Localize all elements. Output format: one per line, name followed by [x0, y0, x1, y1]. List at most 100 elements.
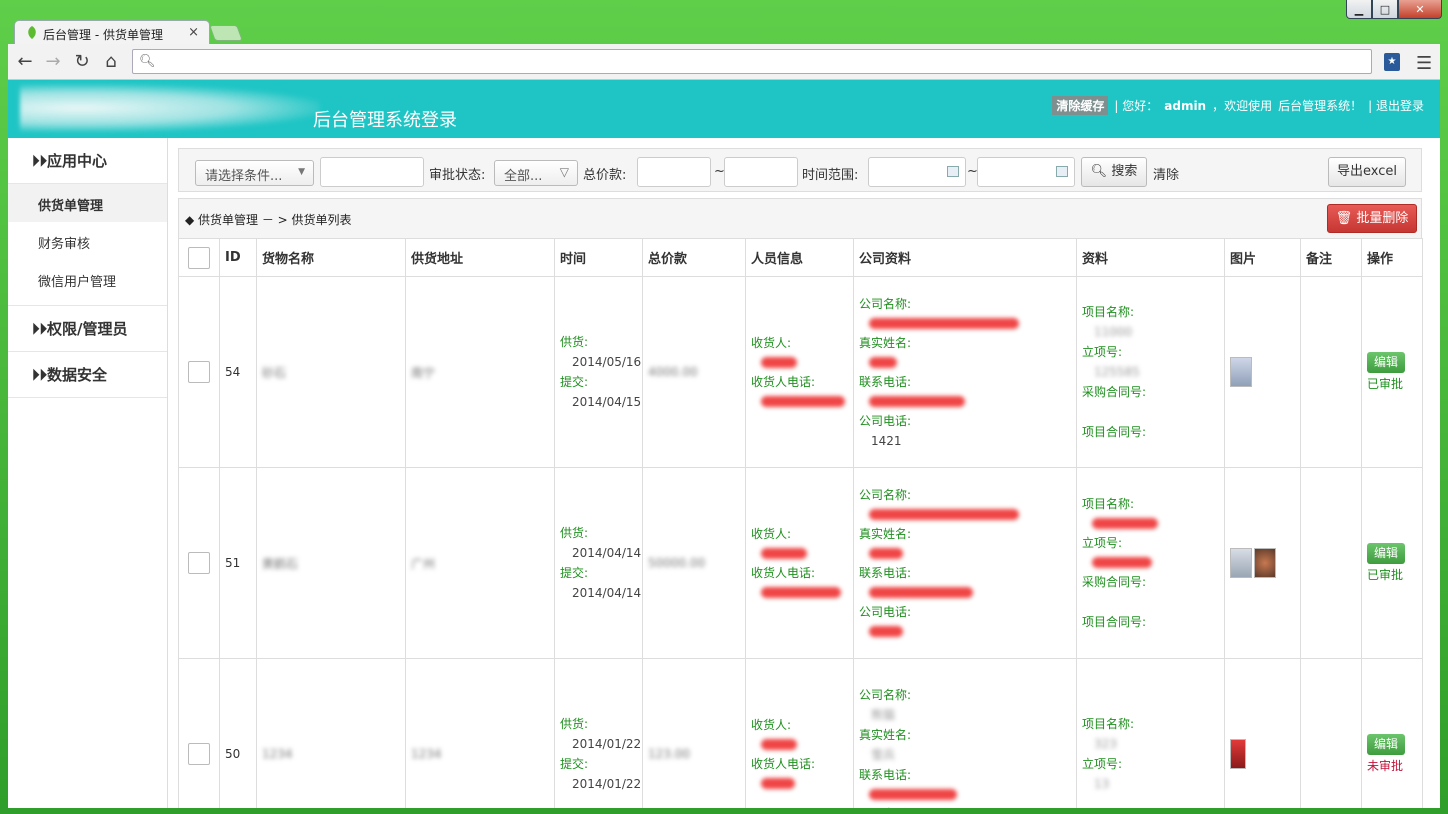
row-checkbox[interactable]	[188, 361, 210, 383]
list-header: ◆ 供货单管理 － > 供货单列表 🗑︎ 批量删除	[178, 198, 1422, 238]
goods-name: 1234	[262, 747, 293, 761]
sidebar-group-data-security[interactable]: ⏵⏵数据安全	[8, 352, 167, 398]
real-name-label: 真实姓名:	[859, 335, 912, 350]
caret-down-icon: ▼	[298, 167, 305, 177]
close-window-button[interactable]: ✕	[1398, 0, 1442, 19]
company-phone-label: 公司电话:	[859, 804, 1076, 809]
project-no-label: 立项号:	[1082, 536, 1123, 550]
approval-status-select[interactable]: 全部... ▽	[494, 160, 578, 186]
row-checkbox[interactable]	[188, 552, 210, 574]
browser-tab[interactable]: 后台管理 - 供货单管理 ×	[14, 20, 210, 44]
end-date-input[interactable]	[977, 157, 1075, 187]
edit-button[interactable]: 编辑	[1367, 734, 1405, 755]
calendar-icon[interactable]	[1056, 166, 1068, 177]
main-panel: 请选择条件... ▼ 审批状态: 全部... ▽ 总价款: ~ 时间范围: ~ 🔍︎…	[178, 148, 1423, 808]
calendar-icon[interactable]	[947, 166, 959, 177]
redacted-mark	[869, 788, 957, 800]
image-thumbnail[interactable]	[1230, 548, 1252, 578]
maximize-button[interactable]: □	[1372, 0, 1398, 19]
sidebar-group-permissions[interactable]: ⏵⏵权限/管理员	[8, 306, 167, 352]
tab-title: 后台管理 - 供货单管理	[43, 28, 163, 42]
condition-select[interactable]: 请选择条件... ▼	[195, 160, 314, 186]
sidebar: ⏵⏵应用中心 供货单管理 财务审核 微信用户管理 ⏵⏵权限/管理员 ⏵⏵数据安全	[8, 138, 168, 808]
select-all-cell	[178, 238, 220, 277]
row-id: 50	[219, 658, 257, 808]
search-icon: 🔍︎	[139, 54, 156, 69]
total-price: 50000.00	[648, 556, 706, 570]
redacted-mark	[869, 317, 1019, 329]
real-name: 雪兵	[871, 747, 896, 762]
sidebar-item-finance-review[interactable]: 财务审核	[8, 222, 167, 260]
logo	[20, 84, 320, 132]
condition-value-input[interactable]	[320, 157, 424, 187]
clear-cache-button[interactable]: 清除缓存	[1052, 96, 1109, 115]
redacted-mark	[869, 587, 973, 598]
col-company: 公司资料	[853, 238, 1077, 277]
home-icon[interactable]: ⌂	[100, 51, 122, 73]
bookmark-extension-icon[interactable]: ★	[1384, 53, 1400, 71]
export-excel-button[interactable]: 导出excel	[1328, 157, 1406, 187]
edit-button[interactable]: 编辑	[1367, 543, 1405, 564]
total-min-input[interactable]	[637, 157, 711, 187]
supply-date: 2014/04/14	[572, 546, 642, 560]
batch-delete-button[interactable]: 🗑︎ 批量删除	[1327, 204, 1417, 233]
project-contract-label: 项目合同号:	[1082, 425, 1147, 439]
real-name-label: 真实姓名:	[859, 527, 912, 541]
address-bar[interactable]: 🔍︎	[132, 49, 1372, 74]
redacted-mark	[761, 587, 841, 598]
supply-label: 供货:	[560, 717, 589, 731]
sidebar-group-app-center[interactable]: ⏵⏵应用中心	[8, 138, 167, 184]
real-name-label: 真实姓名:	[859, 727, 912, 742]
minimize-button[interactable]: ▁	[1346, 0, 1372, 19]
table-header-row: ID 货物名称 供货地址 时间 总价款 人员信息 公司资料 资料 图片 备注 操…	[178, 238, 1423, 277]
back-arrow-icon[interactable]: ←	[14, 51, 36, 73]
start-date-input[interactable]	[868, 157, 966, 187]
edit-button[interactable]: 编辑	[1367, 352, 1405, 373]
col-goods: 货物名称	[256, 238, 406, 277]
notes-cell	[1300, 658, 1362, 808]
menu-icon[interactable]: ☰	[1416, 53, 1432, 74]
col-id: ID	[219, 238, 257, 277]
row-checkbox[interactable]	[188, 743, 210, 765]
content-area: ⏵⏵应用中心 供货单管理 财务审核 微信用户管理 ⏵⏵权限/管理员 ⏵⏵数据安全…	[8, 138, 1440, 808]
company-name-label: 公司名称:	[859, 687, 912, 702]
image-thumbnail[interactable]	[1230, 357, 1252, 387]
supply-address: 广州	[411, 556, 436, 571]
company-phone-label: 公司电话:	[859, 605, 912, 619]
redacted-mark	[761, 396, 845, 407]
total-max-input[interactable]	[724, 157, 798, 187]
browser-window: 后台管理 - 供货单管理 × ▁ □ ✕ ← → ↻ ⌂ 🔍︎ ★ ☰ 后台管理…	[0, 0, 1448, 814]
supply-order-table: ID 货物名称 供货地址 时间 总价款 人员信息 公司资料 资料 图片 备注 操…	[178, 238, 1423, 808]
status-badge: 已审批	[1367, 568, 1404, 582]
goods-name: 黄鹤石	[262, 556, 299, 571]
close-icon[interactable]: ×	[188, 25, 199, 40]
table-row: 50 1234 1234 供货: 2014/01/22 提交: 2014/01/…	[178, 658, 1423, 809]
redacted-mark	[1092, 518, 1158, 529]
new-tab-button[interactable]	[209, 25, 243, 41]
forward-arrow-icon[interactable]: →	[42, 51, 64, 73]
clear-filters-link[interactable]: 清除	[1153, 164, 1179, 183]
submit-label: 提交:	[560, 566, 589, 580]
app-header: 后台管理系统登录 清除缓存 | 您好： admin ，欢迎使用 后台管理系统！ | 退…	[8, 80, 1440, 138]
sidebar-item-supply-orders[interactable]: 供货单管理	[8, 184, 167, 222]
project-name: 11000	[1094, 325, 1133, 339]
contact-phone-label: 联系电话:	[859, 566, 912, 580]
sidebar-item-wechat-users[interactable]: 微信用户管理	[8, 260, 167, 306]
project-no-label: 立项号:	[1082, 757, 1123, 771]
company-name-label: 公司名称:	[859, 296, 912, 311]
logout-link[interactable]: | 退出登录	[1368, 97, 1424, 114]
search-button[interactable]: 🔍︎ 搜索	[1081, 157, 1147, 187]
greeting-suffix: ，欢迎使用	[1212, 99, 1273, 113]
image-thumbnail[interactable]	[1254, 548, 1276, 578]
col-time: 时间	[554, 238, 643, 277]
redacted-mark	[869, 626, 903, 637]
receiver-phone-label: 收货人电话:	[751, 566, 816, 580]
supply-address: 1234	[411, 747, 442, 761]
image-thumbnail[interactable]	[1230, 739, 1246, 769]
reload-icon[interactable]: ↻	[71, 51, 93, 73]
tab-strip: 后台管理 - 供货单管理 × ▁ □ ✕	[0, 0, 1448, 44]
select-all-checkbox[interactable]	[188, 246, 210, 269]
breadcrumb: ◆ 供货单管理 － > 供货单列表	[185, 213, 352, 227]
project-no: 13	[1094, 777, 1110, 791]
leaf-icon	[28, 26, 36, 39]
